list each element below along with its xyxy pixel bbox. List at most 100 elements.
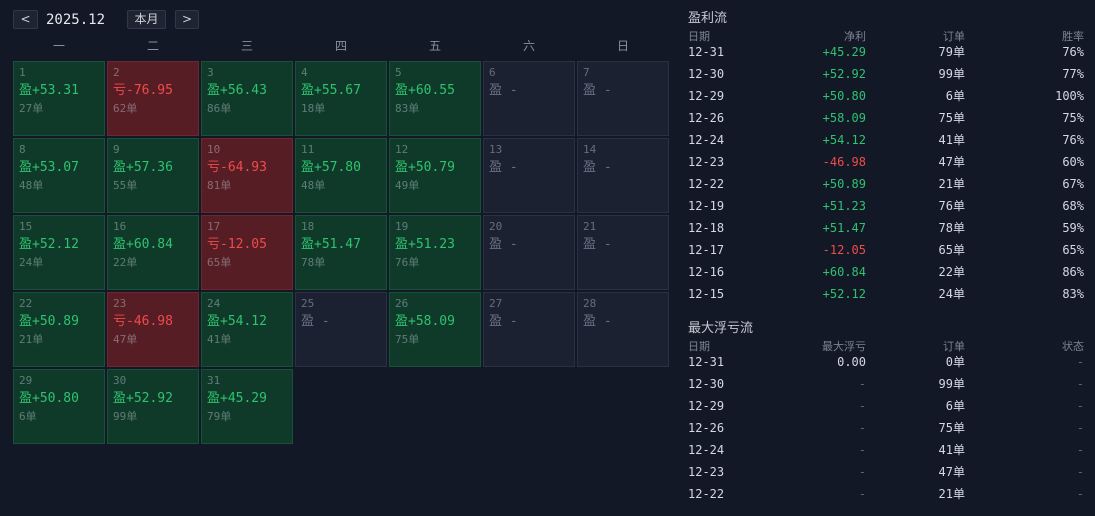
row-date: 12-26	[688, 111, 725, 125]
calendar-day-cell[interactable]: 7 盈 -	[577, 61, 669, 136]
profit-flow-row: 12-18 +51.47 78单 59%	[688, 217, 1084, 239]
this-month-button[interactable]: 本月	[127, 10, 166, 29]
row-date: 12-29	[688, 89, 725, 103]
row-date: 12-31	[688, 45, 725, 59]
calendar-day-cell[interactable]: 28 盈 -	[577, 292, 669, 367]
row-orders: 78单	[938, 221, 965, 235]
row-orders: 0单	[945, 355, 965, 369]
calendar-day-cell[interactable]: 31 盈+45.29 79单	[201, 369, 293, 444]
day-number: 16	[113, 220, 127, 233]
row-pnl: +60.84	[822, 265, 866, 279]
calendar-day-cell[interactable]: 10 亏-64.93 81单	[201, 138, 293, 213]
row-win-rate: 100%	[1055, 89, 1084, 103]
calendar-day-cell[interactable]: 30 盈+52.92 99单	[107, 369, 199, 444]
calendar-day-cell[interactable]: 29 盈+50.80 6单	[13, 369, 105, 444]
calendar-day-cell[interactable]: 24 盈+54.12 41单	[201, 292, 293, 367]
calendar-day-cell[interactable]: 12 盈+50.79 49单	[389, 138, 481, 213]
row-status: -	[1076, 399, 1084, 413]
calendar-day-cell[interactable]: 1 盈+53.31 27单	[13, 61, 105, 136]
day-pnl: 盈+52.92	[113, 391, 173, 406]
day-pnl: 盈 -	[583, 314, 612, 329]
day-number: 23	[113, 297, 127, 310]
calendar-day-cell[interactable]: 4 盈+55.67 18单	[295, 61, 387, 136]
header-win-rate: 胜率	[1062, 30, 1084, 43]
calendar-day-cell[interactable]: 15 盈+52.12 24单	[13, 215, 105, 290]
calendar-day-cell[interactable]: 25 盈 -	[295, 292, 387, 367]
profit-flow-row: 12-30 +52.92 99单 77%	[688, 63, 1084, 85]
calendar-day-cell[interactable]: 2 亏-76.95 62单	[107, 61, 199, 136]
calendar-day-cell[interactable]: 27 盈 -	[483, 292, 575, 367]
day-number: 5	[395, 66, 402, 79]
calendar-day-cell[interactable]: 22 盈+50.89 21单	[13, 292, 105, 367]
weekday-label: 日	[616, 39, 629, 53]
day-pnl: 亏-76.95	[113, 83, 173, 98]
day-order-count: 41单	[207, 333, 232, 346]
day-number: 8	[19, 143, 26, 156]
next-month-button[interactable]: >	[175, 10, 199, 29]
day-pnl: 盈+55.67	[301, 83, 361, 98]
row-orders: 6单	[945, 399, 965, 413]
day-order-count: 83单	[395, 102, 420, 115]
profit-flow-header: 日期 净利 订单 胜率	[688, 30, 1084, 43]
drawdown-flow-row: 12-22 - 21单 -	[688, 483, 1084, 505]
header-orders: 订单	[943, 30, 965, 43]
calendar-day-cell[interactable]: 3 盈+56.43 86单	[201, 61, 293, 136]
row-date: 12-17	[688, 243, 725, 257]
row-orders: 79单	[938, 45, 965, 59]
day-number: 6	[489, 66, 496, 79]
day-order-count: 79单	[207, 410, 232, 423]
day-order-count: 65单	[207, 256, 232, 269]
row-win-rate: 76%	[1062, 45, 1084, 59]
day-order-count: 48单	[19, 179, 44, 192]
drawdown-flow-row: 12-31 0.00 0单 -	[688, 351, 1084, 373]
calendar-day-cell[interactable]: 21 盈 -	[577, 215, 669, 290]
prev-month-button[interactable]: <	[13, 10, 38, 29]
calendar-day-cell[interactable]: 6 盈 -	[483, 61, 575, 136]
calendar-day-cell[interactable]: 9 盈+57.36 55单	[107, 138, 199, 213]
calendar-day-cell[interactable]: 26 盈+58.09 75单	[389, 292, 481, 367]
day-order-count: 86单	[207, 102, 232, 115]
row-date: 12-23	[688, 155, 725, 169]
day-order-count: 55单	[113, 179, 138, 192]
day-number: 25	[301, 297, 315, 310]
calendar-day-cell[interactable]: 16 盈+60.84 22单	[107, 215, 199, 290]
row-pnl: -12.05	[822, 243, 866, 257]
profit-flow-row: 12-31 +45.29 79单 76%	[688, 41, 1084, 63]
row-date: 12-22	[688, 487, 725, 501]
calendar-day-cell[interactable]: 17 亏-12.05 65单	[201, 215, 293, 290]
calendar-day-cell[interactable]: 5 盈+60.55 83单	[389, 61, 481, 136]
drawdown-flow-row: 12-29 - 6单 -	[688, 395, 1084, 417]
day-number: 26	[395, 297, 409, 310]
day-pnl: 盈+56.43	[207, 83, 267, 98]
row-max-drawdown: 0.00	[837, 355, 866, 369]
row-date: 12-31	[688, 355, 725, 369]
row-pnl: +45.29	[822, 45, 866, 59]
row-date: 12-30	[688, 67, 725, 81]
calendar-day-cell[interactable]: 8 盈+53.07 48单	[13, 138, 105, 213]
day-number: 29	[19, 374, 33, 387]
day-pnl: 盈+51.23	[395, 237, 455, 252]
day-number: 10	[207, 143, 221, 156]
row-max-drawdown: -	[858, 443, 866, 457]
calendar-day-cell[interactable]: 23 亏-46.98 47单	[107, 292, 199, 367]
calendar-day-cell[interactable]: 19 盈+51.23 76单	[389, 215, 481, 290]
calendar-day-cell[interactable]: 13 盈 -	[483, 138, 575, 213]
calendar-day-cell[interactable]: 11 盈+57.80 48单	[295, 138, 387, 213]
row-orders: 24单	[938, 287, 965, 301]
day-number: 28	[583, 297, 597, 310]
weekday-label: 六	[522, 39, 535, 53]
day-pnl: 盈+57.36	[113, 160, 173, 175]
day-pnl: 盈+50.79	[395, 160, 455, 175]
profit-flow-panel: 盈利流 日期 净利 订单 胜率 12-31 +45.29 79单 76% 12-30 +5…	[688, 10, 1084, 305]
day-pnl: 盈 -	[583, 83, 612, 98]
weekday-label: 三	[240, 39, 253, 53]
row-orders: 76单	[938, 199, 965, 213]
header-date: 日期	[688, 340, 710, 353]
calendar-day-cell[interactable]: 18 盈+51.47 78单	[295, 215, 387, 290]
row-orders: 47单	[938, 155, 965, 169]
calendar-day-cell[interactable]: 14 盈 -	[577, 138, 669, 213]
day-number: 19	[395, 220, 409, 233]
row-max-drawdown: -	[858, 465, 866, 479]
calendar-day-cell[interactable]: 20 盈 -	[483, 215, 575, 290]
weekday-label: 一	[52, 39, 65, 53]
